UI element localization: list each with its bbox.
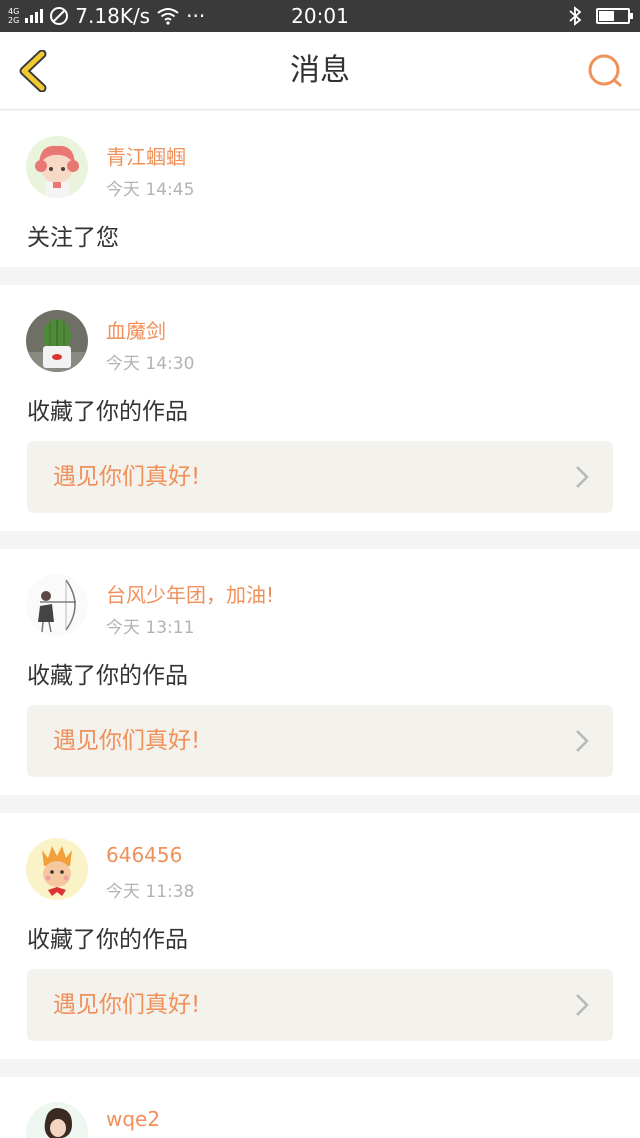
work-link[interactable]: 遇见你们真好! — [27, 969, 613, 1041]
message-item[interactable]: 646456 今天 11:38 收藏了你的作品 遇见你们真好! — [0, 813, 640, 1059]
username[interactable]: 646456 — [106, 843, 182, 867]
action-text: 关注了您 — [27, 225, 119, 251]
action-text: 收藏了你的作品 — [27, 927, 188, 953]
message-item[interactable]: wqe2 — [0, 1077, 640, 1138]
chevron-right-icon — [576, 994, 589, 1016]
avatar[interactable] — [26, 574, 88, 636]
work-title: 遇见你们真好! — [53, 464, 201, 490]
work-title: 遇见你们真好! — [53, 728, 201, 754]
avatar[interactable] — [26, 838, 88, 900]
username[interactable]: 青江蝈蝈 — [106, 141, 186, 170]
status-time: 20:01 — [291, 4, 349, 28]
message-item[interactable]: 青江蝈蝈 今天 14:45 关注了您 — [0, 111, 640, 267]
search-icon[interactable] — [586, 52, 624, 90]
timestamp: 今天 13:11 — [106, 618, 195, 638]
username[interactable]: wqe2 — [106, 1107, 160, 1131]
nav-bar: 消息 — [0, 32, 640, 110]
timestamp: 今天 14:45 — [106, 180, 195, 200]
chevron-right-icon — [576, 730, 589, 752]
username[interactable]: 血魔剑 — [106, 315, 166, 344]
avatar[interactable] — [26, 136, 88, 198]
work-title: 遇见你们真好! — [53, 992, 201, 1018]
work-link[interactable]: 遇见你们真好! — [27, 441, 613, 513]
avatar[interactable] — [26, 310, 88, 372]
username[interactable]: 台风少年团，加油! — [106, 579, 274, 608]
timestamp: 今天 14:30 — [106, 354, 195, 374]
work-link[interactable]: 遇见你们真好! — [27, 705, 613, 777]
action-text: 收藏了你的作品 — [27, 663, 188, 689]
action-text: 收藏了你的作品 — [27, 399, 188, 425]
avatar[interactable] — [26, 1102, 88, 1138]
battery-icon — [596, 8, 633, 24]
message-item[interactable]: 血魔剑 今天 14:30 收藏了你的作品 遇见你们真好! — [0, 285, 640, 531]
chevron-right-icon — [576, 466, 589, 488]
page-title: 消息 — [290, 53, 350, 88]
status-right — [568, 0, 633, 32]
status-bar: 4G 2G 7.18K/s ··· 20:01 — [0, 0, 640, 32]
bluetooth-icon — [569, 6, 582, 26]
timestamp: 今天 11:38 — [106, 882, 195, 902]
message-item[interactable]: 台风少年团，加油! 今天 13:11 收藏了你的作品 遇见你们真好! — [0, 549, 640, 795]
